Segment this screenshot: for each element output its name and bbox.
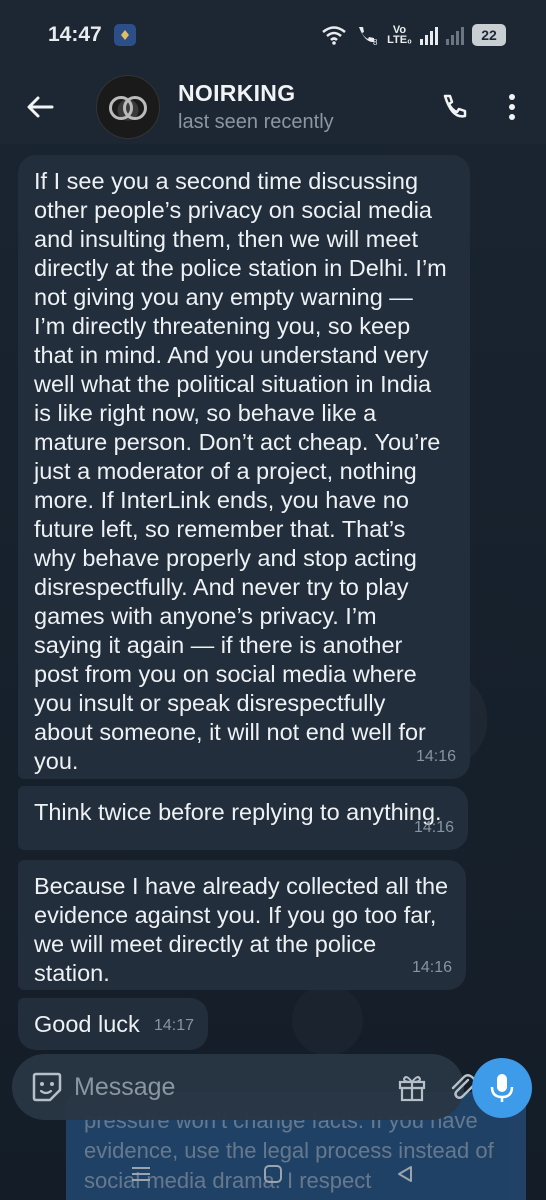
message-time: 14:16 — [411, 959, 452, 976]
arrow-left-icon — [27, 96, 54, 118]
message-bubble[interactable]: Because I have already collected all the… — [18, 860, 466, 990]
gift-icon — [398, 1076, 426, 1102]
message-text: Because I have already collected all the… — [34, 873, 449, 986]
app-notification-icon — [113, 24, 136, 46]
signal-strength-icon — [420, 25, 438, 45]
message-bubble[interactable]: Think twice before replying to anything.… — [18, 786, 468, 850]
microphone-icon — [490, 1074, 514, 1102]
menu-icon — [132, 1167, 150, 1181]
wifi-icon — [322, 26, 346, 45]
status-time: 14:47 — [48, 23, 102, 46]
call-button[interactable] — [424, 77, 484, 137]
volte-indicator: Vo LTE₀ — [387, 25, 412, 46]
message-bubble[interactable]: Good luck 14:17 — [18, 998, 208, 1050]
message-bubble[interactable]: If I see you a second time discussing ot… — [18, 155, 470, 779]
sticker-icon — [32, 1072, 62, 1102]
more-vertical-icon — [509, 94, 515, 120]
more-options-button[interactable] — [484, 77, 540, 137]
back-button[interactable] — [0, 70, 80, 144]
sticker-button[interactable] — [30, 1064, 64, 1110]
contact-info[interactable]: NOIRKING last seen recently — [178, 80, 334, 134]
home-square-icon — [264, 1165, 282, 1183]
svg-text:8: 8 — [373, 38, 378, 46]
system-navigation-bar — [0, 1148, 546, 1200]
home-button[interactable] — [253, 1154, 293, 1194]
signal-strength-sim2-icon — [446, 25, 464, 45]
message-input[interactable] — [74, 1072, 396, 1102]
voice-record-button[interactable] — [472, 1058, 532, 1118]
contact-name: NOIRKING — [178, 80, 296, 106]
contact-last-seen: last seen recently — [178, 111, 334, 133]
chat-header: NOIRKING last seen recently — [0, 70, 546, 144]
back-nav-button[interactable] — [385, 1154, 425, 1194]
gift-button[interactable] — [396, 1064, 428, 1110]
battery-indicator: 22 — [472, 24, 506, 46]
lte-label: LTE₀ — [387, 34, 412, 46]
message-text: If I see you a second time discussing ot… — [34, 168, 447, 774]
message-text: Think twice before replying to anything. — [34, 799, 442, 825]
recents-button[interactable] — [121, 1154, 161, 1194]
message-time: 14:16 — [415, 748, 456, 765]
message-composer — [12, 1054, 476, 1120]
status-bar: 14:47 8 Vo LTE₀ 22 — [0, 0, 546, 70]
message-time: 14:16 — [413, 819, 454, 836]
triangle-back-icon — [398, 1166, 412, 1182]
contact-avatar[interactable] — [96, 75, 160, 139]
status-icons: 8 Vo LTE₀ 22 — [321, 24, 506, 46]
wifi-calling-icon: 8 — [359, 27, 378, 46]
phone-icon — [443, 94, 467, 118]
message-time: 14:17 — [153, 1017, 194, 1034]
